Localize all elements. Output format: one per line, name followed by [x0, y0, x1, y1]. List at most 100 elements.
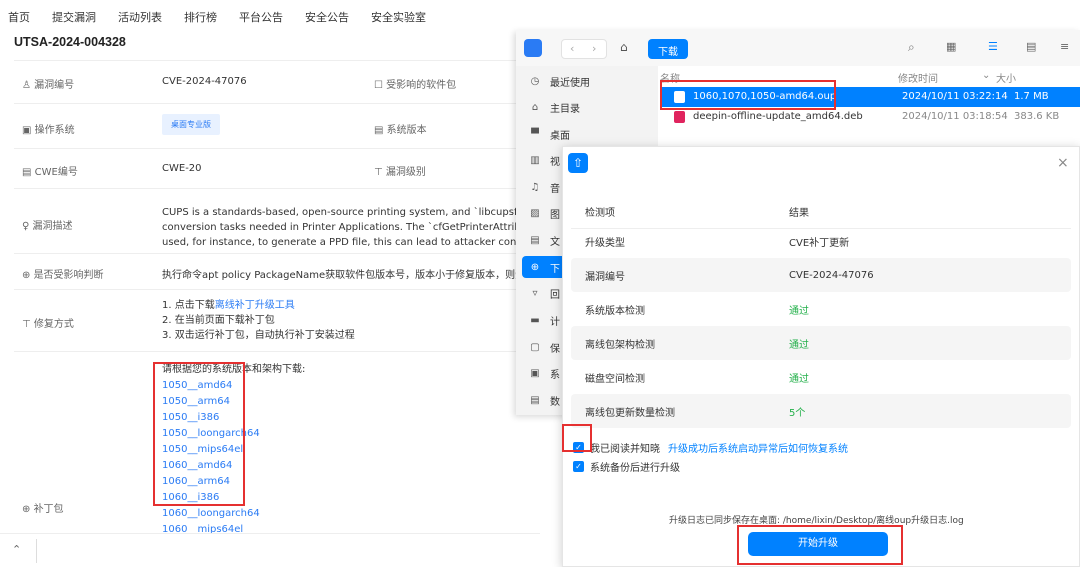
fix-step-2: 2. 在当前页面下载补丁包: [162, 315, 275, 326]
desktop-icon: ▀: [531, 128, 539, 140]
fix-step-3: 3. 双击运行补丁包，自动执行补丁安装过程: [162, 330, 355, 341]
vault-icon: ▢: [530, 341, 540, 353]
check-result-pass: 5个: [789, 407, 806, 419]
file-size: 383.6 KB: [1014, 111, 1060, 122]
download-icon: ⊕: [530, 261, 540, 273]
desc-line: used, for instance, to generate a PPD fi…: [162, 237, 532, 248]
row-os: ▣ 操作系统 桌面专业版 ▤ 系统版本: [14, 104, 534, 149]
menu-icon[interactable]: ≡: [1060, 40, 1069, 53]
affected-pkg-label: ☐ 受影响的软件包: [374, 80, 457, 91]
nav-security-notices[interactable]: 安全公告: [305, 9, 349, 25]
file-name: deepin-offline-update_amd64.deb: [693, 111, 863, 122]
recovery-help-link[interactable]: 升级成功后系统启动异常后如何恢复系统: [668, 440, 848, 455]
list-view-icon[interactable]: ☰: [988, 40, 998, 53]
check-row: 磁盘空间检测 通过: [571, 360, 1071, 394]
check-row: 漏洞编号 CVE-2024-47076: [571, 258, 1071, 292]
patch-label: ⊕ 补丁包: [22, 504, 64, 515]
agree-checkbox-highlight: [562, 424, 592, 452]
download-tool-link[interactable]: 离线补丁升级工具: [215, 300, 295, 311]
sidebar-item-recent[interactable]: ◷ 最近使用: [522, 70, 652, 92]
desc-line: CUPS is a standards-based, open-source p…: [162, 207, 532, 218]
check-result-pass: 通过: [789, 373, 809, 385]
sidebar-item-desktop[interactable]: ▀ 桌面: [522, 123, 652, 145]
vuln-no-label: ♙ 漏洞编号: [22, 80, 75, 91]
computer-icon: ▬: [530, 314, 540, 326]
details-icon[interactable]: ▤: [1026, 40, 1036, 53]
check-row: 升级类型 CVE补丁更新: [571, 224, 1071, 258]
cwe-value: CWE-20: [162, 163, 202, 174]
check-row: 离线包更新数量检测 5个: [571, 394, 1071, 428]
fix-steps: 1. 点击下载离线补丁升级工具 2. 在当前页面下载补丁包 3. 双击运行补丁包…: [162, 298, 355, 343]
sys-version-label: ▤ 系统版本: [374, 125, 427, 136]
check-result: CVE补丁更新: [789, 237, 850, 249]
top-nav: 首页 提交漏洞 活动列表 排行榜 平台公告 安全公告 安全实验室: [0, 0, 1080, 34]
upgrade-app-icon: ⇧: [568, 153, 588, 173]
file-row[interactable]: deepin-offline-update_amd64.deb 2024/10/…: [660, 107, 1080, 127]
check-item: 系统版本检测: [585, 305, 645, 317]
backup-checkbox[interactable]: ✓: [573, 461, 584, 472]
nav-home[interactable]: 首页: [8, 9, 30, 25]
chevron-up-icon[interactable]: ⌃: [12, 543, 21, 556]
os-icon: ▣: [22, 125, 35, 136]
nav-ranking[interactable]: 排行榜: [184, 9, 217, 25]
search-icon[interactable]: ⌕: [908, 40, 915, 55]
back-icon[interactable]: ‹: [570, 42, 574, 55]
backup-label: 系统备份后进行升级: [590, 463, 680, 474]
home-icon[interactable]: ⌂: [620, 40, 628, 54]
nav-security-lab[interactable]: 安全实验室: [371, 9, 426, 25]
nav-announcements[interactable]: 平台公告: [239, 9, 283, 25]
file-modified: 2024/10/11 03:18:54: [902, 111, 1008, 122]
sidebar-item-home[interactable]: ⌂ 主目录: [522, 96, 652, 118]
trash-icon: ▿: [532, 287, 538, 299]
check-result-pass: 通过: [789, 339, 809, 351]
icon-view-icon[interactable]: ▦: [946, 40, 956, 53]
deb-file-icon: [674, 111, 685, 123]
bottom-bar: ⌃: [0, 533, 540, 567]
forward-icon[interactable]: ›: [592, 42, 596, 55]
affected-value: 执行命令apt policy PackageName获取软件包版本号，版本小于修…: [162, 270, 532, 281]
oup-file-highlight: [660, 80, 836, 110]
check-item: 离线包更新数量检测: [585, 407, 675, 419]
home-icon: ⌂: [531, 101, 539, 113]
nav-submit-vuln[interactable]: 提交漏洞: [52, 9, 96, 25]
fix-label: ⊤ 修复方式: [22, 319, 74, 330]
music-icon: ♫: [530, 181, 540, 193]
patch-link[interactable]: 1060__loongarch64: [162, 506, 305, 522]
col-modified[interactable]: 修改时间: [898, 70, 938, 85]
vuln-detail-table: ♙ 漏洞编号 CVE-2024-47076 ☐ 受影响的软件包 ▣ 操作系统 桌…: [14, 60, 534, 535]
check-result-pass: 通过: [789, 305, 809, 317]
judge-icon: ⊕: [22, 270, 34, 281]
check-item: 升级类型: [585, 237, 625, 249]
vuln-no-value: CVE-2024-47076: [162, 76, 247, 87]
check-item-header: 检测项: [585, 208, 615, 219]
check-item: 磁盘空间检测: [585, 373, 645, 385]
close-icon[interactable]: ×: [1057, 155, 1069, 171]
fm-toolbar: ‹ › ⌂ 下载 ⌕ ▦ ☰ ▤ ≡: [516, 30, 1080, 66]
sort-chevron-icon[interactable]: ⌄: [982, 70, 990, 81]
os-label: ▣ 操作系统: [22, 125, 75, 136]
desc-label: ♀ 漏洞描述: [22, 221, 73, 232]
trash-icon: ⊤: [22, 319, 34, 330]
file-size: 1.7 MB: [1014, 91, 1049, 102]
check-result: CVE-2024-47076: [789, 269, 874, 281]
bulb-icon: ♀: [22, 221, 33, 232]
cwe-label: ▤ CWE编号: [22, 167, 78, 178]
row-vuln-no: ♙ 漏洞编号 CVE-2024-47076 ☐ 受影响的软件包: [14, 61, 534, 104]
upgrade-dialog: ⇧ × 检测项 结果 升级类型 CVE补丁更新 漏洞编号 CVE-2024-47…: [562, 146, 1080, 567]
document-icon: ▤: [530, 234, 540, 246]
agree-label: 我已阅读并知晓: [590, 444, 660, 455]
nav-arrows: ‹ ›: [561, 39, 607, 59]
agree-row: ✓ 我已阅读并知晓 升级成功后系统启动异常后如何恢复系统: [573, 440, 848, 455]
start-button-highlight: [737, 525, 903, 565]
nav-activities[interactable]: 活动列表: [118, 9, 162, 25]
image-icon: ▨: [530, 207, 540, 219]
check-row: 离线包架构检测 通过: [571, 326, 1071, 360]
desc-text: CUPS is a standards-based, open-source p…: [162, 205, 532, 250]
vuln-level-label: ⊤ 漏洞级别: [374, 167, 426, 178]
row-cwe: ▤ CWE编号 CWE-20 ⊤ 漏洞级别: [14, 149, 534, 189]
breadcrumb-downloads[interactable]: 下载: [648, 39, 688, 59]
os-tag: 桌面专业版: [162, 114, 220, 135]
check-result-header: 结果: [789, 208, 809, 219]
row-desc: ♀ 漏洞描述 CUPS is a standards-based, open-s…: [14, 189, 534, 254]
col-size[interactable]: 大小: [996, 70, 1016, 85]
